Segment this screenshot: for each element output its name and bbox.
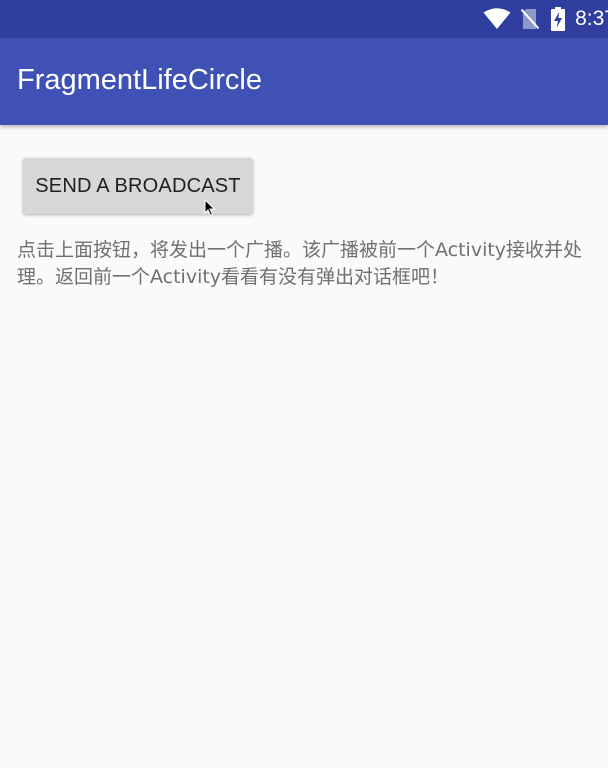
send-broadcast-button[interactable]: SEND A BROADCAST xyxy=(23,158,253,214)
status-clock: 8:37 xyxy=(575,7,608,30)
mouse-cursor-icon xyxy=(204,198,216,221)
battery-charging-icon xyxy=(551,7,566,31)
no-sim-icon xyxy=(521,8,540,30)
status-bar: 8:37 xyxy=(0,0,608,38)
app-title: FragmentLifeCircle xyxy=(17,64,262,96)
wifi-icon xyxy=(483,8,511,30)
status-icons: 8:37 xyxy=(483,0,608,38)
app-bar: FragmentLifeCircle xyxy=(0,38,608,125)
description-text: 点击上面按钮，将发出一个广播。该广播被前一个Activity接收并处理。返回前一… xyxy=(17,239,583,288)
